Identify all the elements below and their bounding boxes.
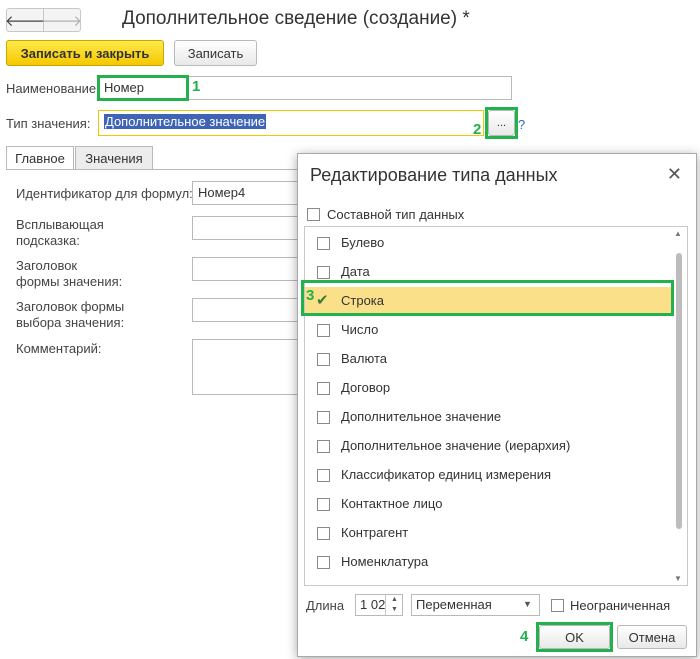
tooltip-input[interactable] xyxy=(192,216,302,240)
choice-title-label: Заголовок формы выбора значения: xyxy=(16,299,124,331)
value-title-label-line1: Заголовок xyxy=(16,258,78,273)
type-checkbox[interactable] xyxy=(317,353,330,366)
type-list-item[interactable]: Контактное лицо xyxy=(305,490,671,519)
type-checkbox[interactable] xyxy=(317,527,330,540)
type-list-item[interactable]: Классификатор единиц измерения xyxy=(305,461,671,490)
tooltip-label-line1: Всплывающая xyxy=(16,217,104,232)
type-input[interactable]: Дополнительное значение xyxy=(98,110,484,136)
nav-buttons: 🡐 🡒 xyxy=(5,8,82,32)
annotation-box-1 xyxy=(97,75,189,101)
scroll-up-icon[interactable]: ▲ xyxy=(674,229,682,238)
chevron-down-icon[interactable]: ▼ xyxy=(523,599,532,609)
type-label: Классификатор единиц измерения xyxy=(341,467,552,482)
type-value: Дополнительное значение xyxy=(104,114,267,129)
type-edit-dialog: Редактирование типа данных ✕ Составной т… xyxy=(297,153,697,657)
annotation-box-3 xyxy=(301,280,674,316)
formula-id-input[interactable]: Номер4 xyxy=(192,181,302,205)
type-label: Контрагент xyxy=(341,525,409,540)
formula-id-value: Номер4 xyxy=(198,185,246,200)
type-label: Дополнительное значение xyxy=(341,409,502,424)
spin-up-icon[interactable]: ▲ xyxy=(386,595,403,605)
annotation-number-4: 4 xyxy=(520,628,529,645)
type-checkbox[interactable] xyxy=(317,440,330,453)
value-title-label-line2: формы значения: xyxy=(16,274,123,289)
type-list-item[interactable]: Контрагент xyxy=(305,519,671,548)
value-title-label: Заголовок формы значения: xyxy=(16,258,122,290)
length-spinner[interactable]: ▲ ▼ xyxy=(385,595,403,615)
scrollbar-thumb[interactable] xyxy=(676,253,682,529)
type-checkbox[interactable] xyxy=(317,498,330,511)
type-list-item[interactable]: Договор xyxy=(305,374,671,403)
length-mode-value: Переменная xyxy=(416,597,492,612)
annotation-box-4 xyxy=(536,622,613,652)
scroll-down-icon[interactable]: ▼ xyxy=(674,574,682,583)
name-label: Наименование: xyxy=(6,81,100,96)
close-icon[interactable]: ✕ xyxy=(667,164,682,185)
cancel-button[interactable]: Отмена xyxy=(617,625,687,649)
tooltip-label: Всплывающая подсказка: xyxy=(16,217,104,249)
value-title-input[interactable] xyxy=(192,257,302,281)
type-label: Номенклатура xyxy=(341,554,429,569)
unlimited-checkbox[interactable] xyxy=(551,599,564,612)
comment-label: Комментарий: xyxy=(16,341,102,356)
type-label: Тип значения: xyxy=(6,116,91,131)
type-checkbox[interactable] xyxy=(317,237,330,250)
type-label: Дата xyxy=(341,264,370,279)
forward-arrow-icon[interactable]: 🡒 xyxy=(42,9,82,31)
help-icon[interactable]: ? xyxy=(518,117,525,132)
type-list-item[interactable]: Дополнительное значение xyxy=(305,403,671,432)
type-label: Булево xyxy=(341,235,385,250)
type-label: Договор xyxy=(341,380,391,395)
type-checkbox[interactable] xyxy=(317,411,330,424)
type-label: Контактное лицо xyxy=(341,496,443,511)
save-button[interactable]: Записать xyxy=(174,40,257,66)
type-label: Число xyxy=(341,322,379,337)
annotation-number-1: 1 xyxy=(192,78,201,95)
choice-title-label-line1: Заголовок формы xyxy=(16,299,125,314)
type-label: Валюта xyxy=(341,351,387,366)
choice-title-label-line2: выбора значения: xyxy=(16,315,125,330)
dialog-title: Редактирование типа данных xyxy=(310,165,558,185)
tab-divider xyxy=(6,169,297,170)
type-checkbox[interactable] xyxy=(317,382,330,395)
type-list-item[interactable]: Номенклатура xyxy=(305,548,671,577)
type-list-item[interactable]: Дополнительное значение (иерархия) xyxy=(305,432,671,461)
annotation-number-2: 2 xyxy=(473,121,482,138)
tab-main[interactable]: Главное xyxy=(6,146,74,170)
unlimited-label: Неограниченная xyxy=(570,598,671,613)
type-list-item[interactable]: Число xyxy=(305,316,671,345)
type-checkbox[interactable] xyxy=(317,266,330,279)
length-label: Длина xyxy=(306,598,345,613)
type-label: Дополнительное значение (иерархия) xyxy=(341,438,571,453)
save-and-close-button[interactable]: Записать и закрыть xyxy=(6,40,164,66)
choice-title-input[interactable] xyxy=(192,298,302,322)
type-checkbox[interactable] xyxy=(317,324,330,337)
type-checkbox[interactable] xyxy=(317,556,330,569)
type-checkbox[interactable] xyxy=(317,469,330,482)
composite-type-checkbox[interactable] xyxy=(307,208,320,221)
scrollbar[interactable]: ▲ ▼ xyxy=(673,229,685,583)
comment-textarea[interactable] xyxy=(192,339,302,395)
composite-type-label: Составной тип данных xyxy=(327,207,465,222)
tooltip-label-line2: подсказка: xyxy=(16,233,80,248)
formula-id-label: Идентификатор для формул: xyxy=(16,186,193,201)
tab-values[interactable]: Значения xyxy=(75,146,153,170)
back-arrow-icon[interactable]: 🡐 xyxy=(5,9,45,31)
length-mode-select[interactable]: Переменная xyxy=(411,594,540,616)
window-title: Дополнительное сведение (создание) * xyxy=(122,8,470,29)
annotation-box-2 xyxy=(485,107,518,139)
annotation-number-3: 3 xyxy=(306,287,315,304)
type-list-item[interactable]: Булево xyxy=(305,229,671,258)
spin-down-icon[interactable]: ▼ xyxy=(386,605,403,615)
type-list-item[interactable]: Валюта xyxy=(305,345,671,374)
length-value: 1 02 xyxy=(360,597,386,612)
